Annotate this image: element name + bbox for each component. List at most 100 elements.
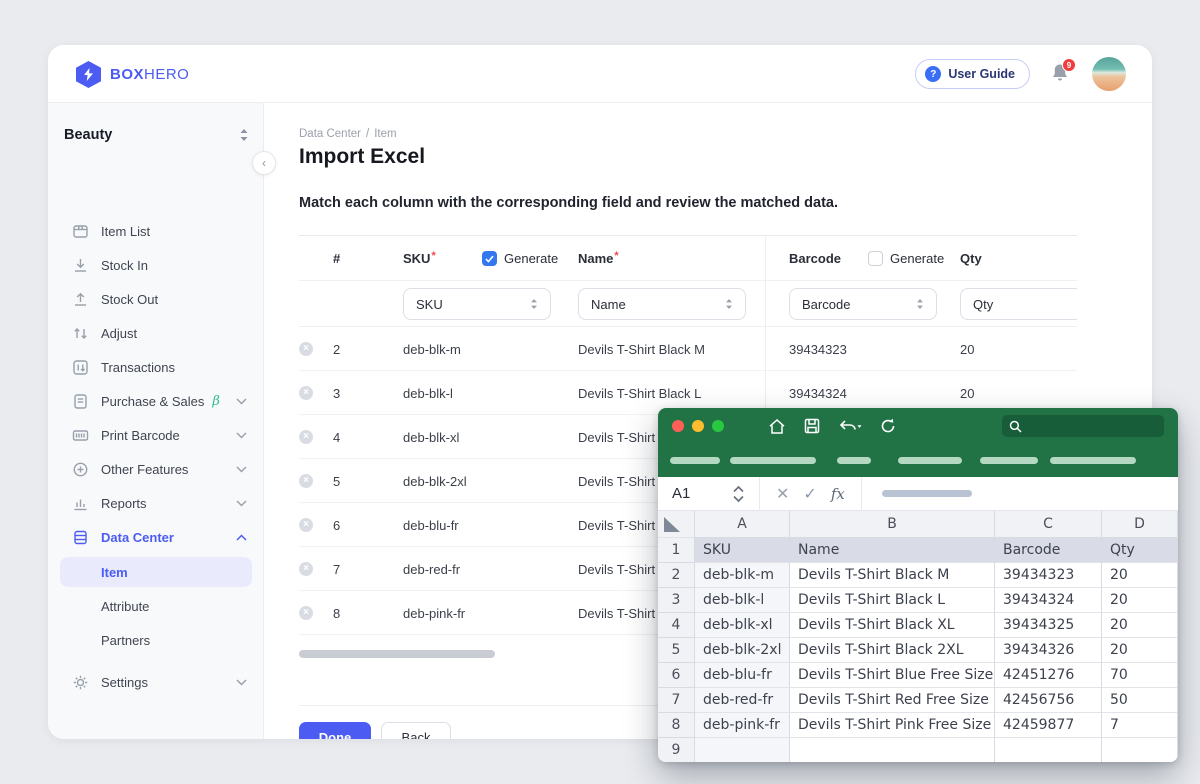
remove-row-button[interactable]: × [299, 327, 313, 371]
excel-cell-D6[interactable]: 70 [1102, 663, 1178, 688]
column-header-B[interactable]: B [790, 511, 995, 538]
excel-cell-A5[interactable]: deb-blk-2xl [695, 638, 790, 663]
row-header-3[interactable]: 3 [658, 588, 695, 613]
back-button[interactable]: Back [381, 722, 451, 739]
remove-row-button[interactable]: × [299, 459, 313, 503]
name-field-select[interactable]: Name [578, 288, 746, 320]
excel-cell-C3[interactable]: 39434324 [995, 588, 1102, 613]
excel-cell-A4[interactable]: deb-blk-xl [695, 613, 790, 638]
select-all-corner[interactable] [658, 511, 695, 538]
excel-cell-B2[interactable]: Devils T-Shirt Black M [790, 563, 995, 588]
ribbon-tab-placeholder[interactable] [1050, 457, 1136, 464]
excel-cell-D1[interactable]: Qty [1102, 538, 1178, 563]
column-header-C[interactable]: C [995, 511, 1102, 538]
excel-cell-B8[interactable]: Devils T-Shirt Pink Free Size [790, 713, 995, 738]
excel-cell-C9[interactable] [995, 738, 1102, 762]
excel-cell-D2[interactable]: 20 [1102, 563, 1178, 588]
close-window-button[interactable] [672, 420, 684, 432]
sidebar-item-data-center[interactable]: Data Center [60, 522, 251, 552]
sidebar-item-item-list[interactable]: Item List [60, 216, 251, 246]
row-header-9[interactable]: 9 [658, 738, 695, 762]
sidebar-item-settings[interactable]: Settings [60, 667, 251, 697]
done-button[interactable]: Done [299, 722, 371, 739]
user-guide-button[interactable]: ? User Guide [915, 59, 1030, 89]
sidebar-item-stock-in[interactable]: Stock In [60, 250, 251, 280]
cancel-entry-icon[interactable]: ✕ [776, 484, 789, 504]
remove-row-button[interactable]: × [299, 591, 313, 635]
row-header-1[interactable]: 1 [658, 538, 695, 563]
qty-field-select[interactable]: Qty [960, 288, 1077, 320]
cell-reference-box[interactable]: A1 [672, 485, 732, 502]
excel-cell-D3[interactable]: 20 [1102, 588, 1178, 613]
excel-cell-C7[interactable]: 42456756 [995, 688, 1102, 713]
ribbon-tab-placeholder[interactable] [980, 457, 1038, 464]
row-header-4[interactable]: 4 [658, 613, 695, 638]
home-icon[interactable] [768, 418, 786, 435]
excel-cell-C6[interactable]: 42451276 [995, 663, 1102, 688]
excel-cell-A2[interactable]: deb-blk-m [695, 563, 790, 588]
breadcrumb-page[interactable]: Item [374, 128, 396, 140]
sidebar-item-other-features[interactable]: Other Features [60, 454, 251, 484]
excel-cell-C8[interactable]: 42459877 [995, 713, 1102, 738]
avatar[interactable] [1092, 57, 1126, 91]
excel-cell-B4[interactable]: Devils T-Shirt Black XL [790, 613, 995, 638]
sku-field-select[interactable]: SKU [403, 288, 551, 320]
barcode-field-select[interactable]: Barcode [789, 288, 937, 320]
excel-cell-A1[interactable]: SKU [695, 538, 790, 563]
cell-ref-stepper-icon[interactable] [732, 485, 745, 503]
sidebar-item-adjust[interactable]: Adjust [60, 318, 251, 348]
column-header-D[interactable]: D [1102, 511, 1178, 538]
undo-icon[interactable] [838, 419, 862, 434]
excel-cell-A3[interactable]: deb-blk-l [695, 588, 790, 613]
excel-cell-D5[interactable]: 20 [1102, 638, 1178, 663]
breadcrumb-section[interactable]: Data Center [299, 128, 361, 140]
excel-cell-C5[interactable]: 39434326 [995, 638, 1102, 663]
excel-cell-B7[interactable]: Devils T-Shirt Red Free Size [790, 688, 995, 713]
excel-cell-D8[interactable]: 7 [1102, 713, 1178, 738]
excel-cell-A9[interactable] [695, 738, 790, 762]
horizontal-scrollbar[interactable] [299, 650, 495, 658]
excel-cell-C4[interactable]: 39434325 [995, 613, 1102, 638]
excel-cell-A8[interactable]: deb-pink-fr [695, 713, 790, 738]
row-header-7[interactable]: 7 [658, 688, 695, 713]
ribbon-tab-placeholder[interactable] [670, 457, 720, 464]
save-icon[interactable] [804, 418, 820, 434]
excel-window[interactable]: A1 ✕ ✓ fx ABCD1SKUNameBarcodeQty2deb-blk… [658, 408, 1178, 762]
excel-cell-A7[interactable]: deb-red-fr [695, 688, 790, 713]
excel-cell-B9[interactable] [790, 738, 995, 762]
excel-cell-A6[interactable]: deb-blu-fr [695, 663, 790, 688]
remove-row-button[interactable]: × [299, 415, 313, 459]
remove-row-button[interactable]: × [299, 503, 313, 547]
ribbon-tab-placeholder[interactable] [730, 457, 816, 464]
excel-cell-D7[interactable]: 50 [1102, 688, 1178, 713]
excel-cell-D4[interactable]: 20 [1102, 613, 1178, 638]
checkbox-unchecked[interactable] [868, 251, 883, 266]
row-header-8[interactable]: 8 [658, 713, 695, 738]
excel-title-bar[interactable] [658, 408, 1178, 444]
sidebar-item-print-barcode[interactable]: Print Barcode [60, 420, 251, 450]
sidebar-item-stock-out[interactable]: Stock Out [60, 284, 251, 314]
excel-cell-D9[interactable] [1102, 738, 1178, 762]
sidebar-collapse-button[interactable]: ‹ [252, 151, 276, 175]
remove-row-button[interactable]: × [299, 371, 313, 415]
barcode-generate-checkbox[interactable]: Generate [868, 236, 944, 281]
insert-function-icon[interactable]: fx [831, 485, 845, 503]
sidebar-item-transactions[interactable]: Transactions [60, 352, 251, 382]
minimize-window-button[interactable] [692, 420, 704, 432]
notifications-button[interactable]: 9 [1050, 62, 1072, 86]
row-header-6[interactable]: 6 [658, 663, 695, 688]
row-header-5[interactable]: 5 [658, 638, 695, 663]
excel-cell-C1[interactable]: Barcode [995, 538, 1102, 563]
remove-row-button[interactable]: × [299, 547, 313, 591]
excel-cell-B3[interactable]: Devils T-Shirt Black L [790, 588, 995, 613]
column-header-A[interactable]: A [695, 511, 790, 538]
sidebar-subitem-attribute[interactable]: Attribute [60, 591, 252, 621]
excel-cell-B1[interactable]: Name [790, 538, 995, 563]
sidebar-subitem-item[interactable]: Item [60, 557, 252, 587]
redo-icon[interactable] [880, 418, 896, 434]
row-header-2[interactable]: 2 [658, 563, 695, 588]
confirm-entry-icon[interactable]: ✓ [803, 484, 816, 504]
team-switcher[interactable]: Beauty [64, 121, 249, 149]
excel-search-field[interactable] [1002, 415, 1164, 437]
sidebar-item-purchase-sales[interactable]: Purchase & Sales β [60, 386, 251, 416]
